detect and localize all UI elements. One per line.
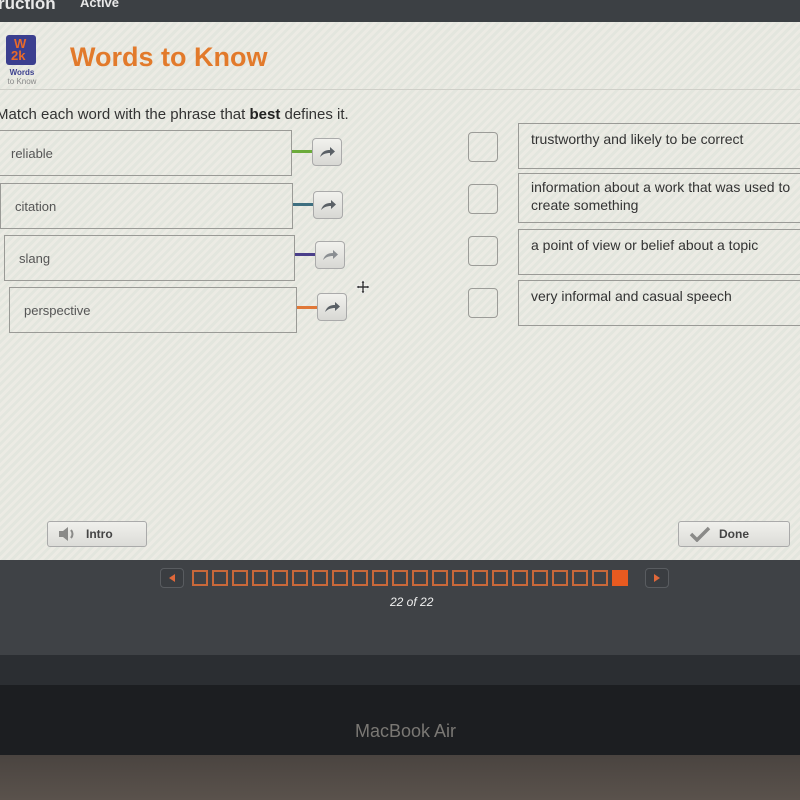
page-indicator-3[interactable]	[232, 570, 248, 586]
laptop-base	[0, 755, 800, 800]
page-indicator-19[interactable]	[552, 570, 568, 586]
page-indicator-15[interactable]	[472, 570, 488, 586]
page-indicator-9[interactable]	[352, 570, 368, 586]
checkmark-icon	[689, 526, 711, 542]
page-indicator-5[interactable]	[272, 570, 288, 586]
page-navigation: 22 of 22	[0, 560, 800, 655]
course-title: ruction	[0, 0, 56, 13]
page-counter: 22 of 22	[390, 595, 434, 609]
page-indicator-8[interactable]	[332, 570, 348, 586]
page-indicator-12[interactable]	[412, 570, 428, 586]
page-title: Words to Know	[70, 42, 268, 72]
w2k-logo-icon: W 2k	[6, 35, 36, 65]
page-indicator-4[interactable]	[252, 570, 268, 586]
instructions-text: Match each word with the phrase that	[0, 106, 250, 123]
page-indicator-16[interactable]	[492, 570, 508, 586]
curved-arrow-icon	[321, 200, 336, 210]
word-label: perspective	[24, 302, 91, 318]
page-indicator-13[interactable]	[432, 570, 448, 586]
activity-panel: W 2k Words to Know Words to Know Match e…	[0, 22, 800, 560]
instructions: Match each word with the phrase that bes…	[0, 106, 349, 123]
done-label: Done	[719, 527, 749, 541]
match-target-box-4[interactable]	[468, 288, 498, 318]
logo-caption-line1: Words	[9, 68, 35, 77]
curved-arrow-icon	[323, 250, 338, 260]
match-target-box-1[interactable]	[468, 132, 498, 162]
word-item-slang[interactable]: slang	[4, 235, 295, 281]
page-indicator-10[interactable]	[372, 570, 388, 586]
definition-text: very informal and casual speech	[531, 288, 732, 304]
intro-label: Intro	[86, 527, 113, 541]
definition-text: information about a work that was used t…	[531, 179, 791, 213]
definition-item-4: very informal and casual speech	[518, 280, 800, 326]
page-indicator-21[interactable]	[592, 570, 608, 586]
word-item-citation[interactable]: citation	[0, 183, 293, 229]
laptop-bezel: MacBook Air	[0, 685, 800, 755]
connector-line	[293, 203, 313, 206]
logo-caption: Words to Know	[4, 68, 40, 86]
page-indicator-22[interactable]	[612, 570, 628, 586]
connector-line	[292, 150, 312, 153]
move-cursor-icon	[355, 279, 371, 295]
page-indicator-1[interactable]	[192, 570, 208, 586]
word-item-perspective[interactable]: perspective	[9, 287, 297, 333]
connector-line	[297, 306, 317, 309]
laptop-model-label: MacBook Air	[355, 721, 457, 741]
page-indicator-list	[192, 570, 628, 586]
instructions-text-end: defines it.	[280, 106, 349, 123]
app-top-bar: ruction Active	[0, 0, 800, 22]
word-label: reliable	[11, 145, 53, 161]
page-indicator-11[interactable]	[392, 570, 408, 586]
page-indicator-14[interactable]	[452, 570, 468, 586]
match-arrow-button-perspective[interactable]	[317, 293, 347, 321]
match-arrow-button-slang[interactable]	[315, 241, 345, 269]
page-indicator-18[interactable]	[532, 570, 548, 586]
definition-text: trustworthy and likely to be correct	[531, 131, 744, 147]
definition-item-3: a point of view or belief about a topic	[518, 229, 800, 275]
match-target-box-2[interactable]	[468, 184, 498, 214]
instructions-bold: best	[249, 106, 281, 123]
page-indicator-20[interactable]	[572, 570, 588, 586]
definition-item-1: trustworthy and likely to be correct	[518, 123, 800, 169]
word-item-reliable[interactable]: reliable	[0, 130, 292, 176]
intro-button[interactable]: Intro	[47, 521, 147, 547]
screen: ruction Active W 2k Words to Know Words …	[0, 0, 800, 800]
page-indicator-2[interactable]	[212, 570, 228, 586]
logo-caption-line2: to Know	[7, 77, 37, 86]
next-page-button[interactable]	[645, 568, 669, 588]
screen-edge	[0, 655, 800, 685]
connector-line	[295, 253, 315, 256]
triangle-left-icon	[169, 574, 175, 582]
done-button[interactable]: Done	[678, 521, 790, 547]
curved-arrow-icon	[325, 302, 340, 312]
word-label: citation	[15, 198, 57, 214]
curved-arrow-icon	[320, 147, 335, 157]
definition-text: a point of view or belief about a topic	[531, 237, 759, 253]
page-indicator-17[interactable]	[512, 570, 528, 586]
previous-page-button[interactable]	[160, 568, 184, 588]
match-arrow-button-citation[interactable]	[313, 191, 343, 219]
status-label: Active	[80, 0, 120, 10]
definition-item-2: information about a work that was used t…	[518, 173, 800, 223]
match-arrow-button-reliable[interactable]	[312, 138, 342, 166]
page-indicator-7[interactable]	[312, 570, 328, 586]
page-indicator-6[interactable]	[292, 570, 308, 586]
speaker-icon	[59, 527, 74, 541]
logo-letter-2k: 2k	[11, 48, 26, 63]
word-label: slang	[19, 250, 51, 266]
activity-header: W 2k Words to Know Words to Know	[0, 22, 800, 90]
triangle-right-icon	[654, 574, 660, 582]
match-target-box-3[interactable]	[468, 236, 498, 266]
